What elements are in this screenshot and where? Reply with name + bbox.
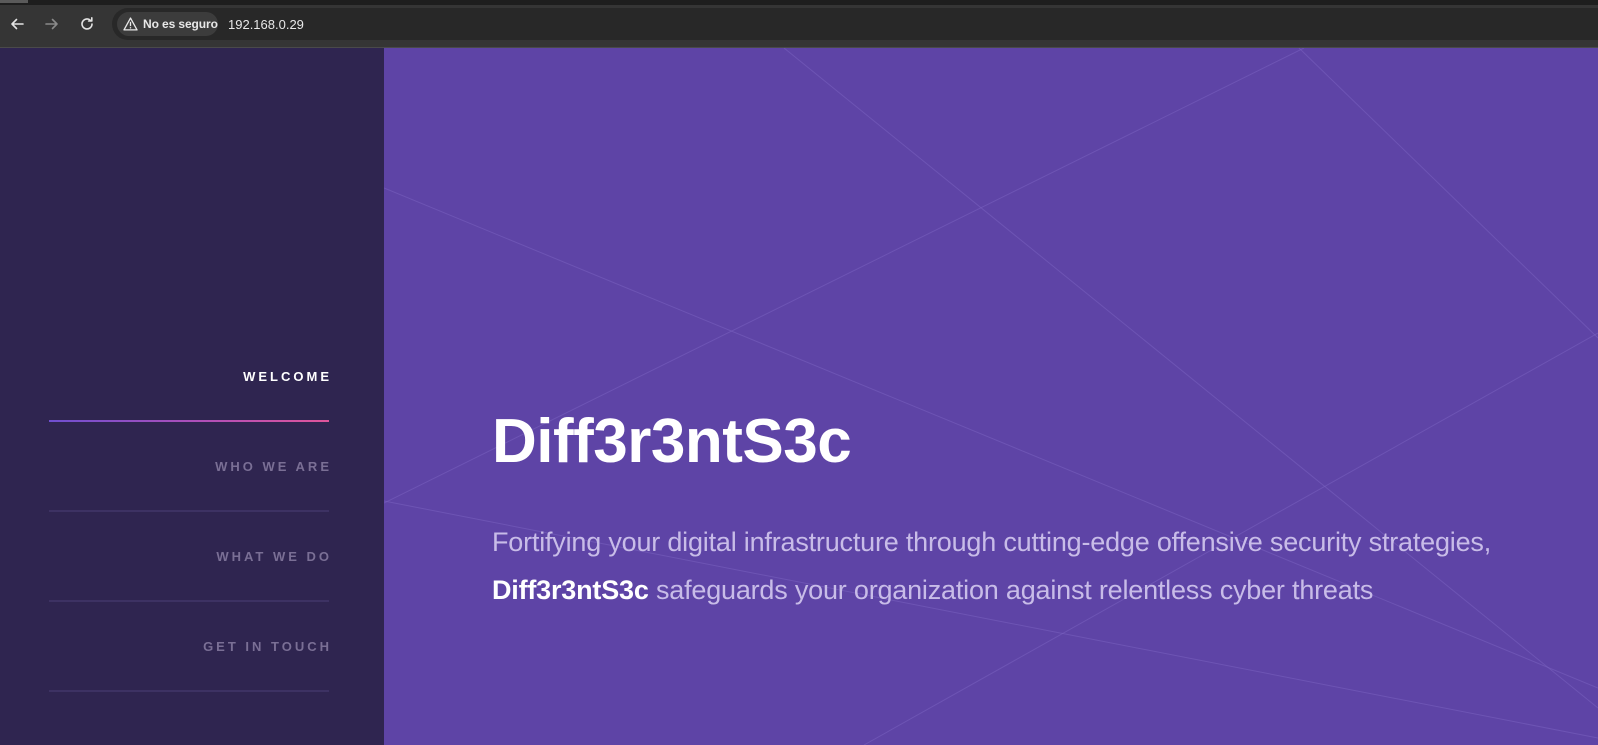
url-text[interactable]: 192.168.0.29 xyxy=(228,17,304,32)
hero-title: Diff3r3ntS3c xyxy=(492,407,852,476)
security-label: No es seguro xyxy=(143,17,218,31)
arrow-left-icon xyxy=(11,18,24,30)
arrow-right-icon xyxy=(45,18,58,30)
hero-description: Fortifying your digital infrastructure t… xyxy=(492,518,1572,614)
hero-text-brand: Diff3r3ntS3c xyxy=(492,575,649,605)
page-content: WELCOME WHO WE ARE WHAT WE DO GET IN TOU… xyxy=(0,48,1598,745)
sidebar-item-welcome[interactable]: WELCOME xyxy=(49,332,329,422)
hero-text-line2: safeguards your organization against rel… xyxy=(648,575,1374,605)
background-lines xyxy=(384,48,1598,745)
reload-icon xyxy=(81,17,93,30)
security-indicator[interactable]: No es seguro xyxy=(117,12,218,36)
sidebar-item-what-we-do[interactable]: WHAT WE DO xyxy=(49,512,329,602)
sidebar-item-label: WHAT WE DO xyxy=(216,549,332,564)
browser-toolbar: No es seguro 192.168.0.29 xyxy=(0,0,1598,48)
sidebar: WELCOME WHO WE ARE WHAT WE DO GET IN TOU… xyxy=(0,48,384,745)
sidebar-item-get-in-touch[interactable]: GET IN TOUCH xyxy=(49,602,329,692)
warning-triangle-icon xyxy=(123,17,138,31)
hero-text-line1: Fortifying your digital infrastructure t… xyxy=(492,527,1492,557)
back-button[interactable] xyxy=(5,12,29,36)
sidebar-item-label: GET IN TOUCH xyxy=(203,639,332,654)
tab-edge xyxy=(0,0,28,3)
sidebar-item-who-we-are[interactable]: WHO WE ARE xyxy=(49,422,329,512)
address-bar[interactable]: No es seguro 192.168.0.29 xyxy=(112,8,1598,40)
sidebar-item-label: WELCOME xyxy=(243,369,332,384)
reload-button[interactable] xyxy=(75,12,99,36)
sidebar-item-underline xyxy=(49,690,329,692)
hero-section: Diff3r3ntS3c Fortifying your digital inf… xyxy=(384,48,1598,745)
forward-button[interactable] xyxy=(40,12,64,36)
tab-strip xyxy=(0,0,1598,5)
sidebar-item-label: WHO WE ARE xyxy=(215,459,332,474)
